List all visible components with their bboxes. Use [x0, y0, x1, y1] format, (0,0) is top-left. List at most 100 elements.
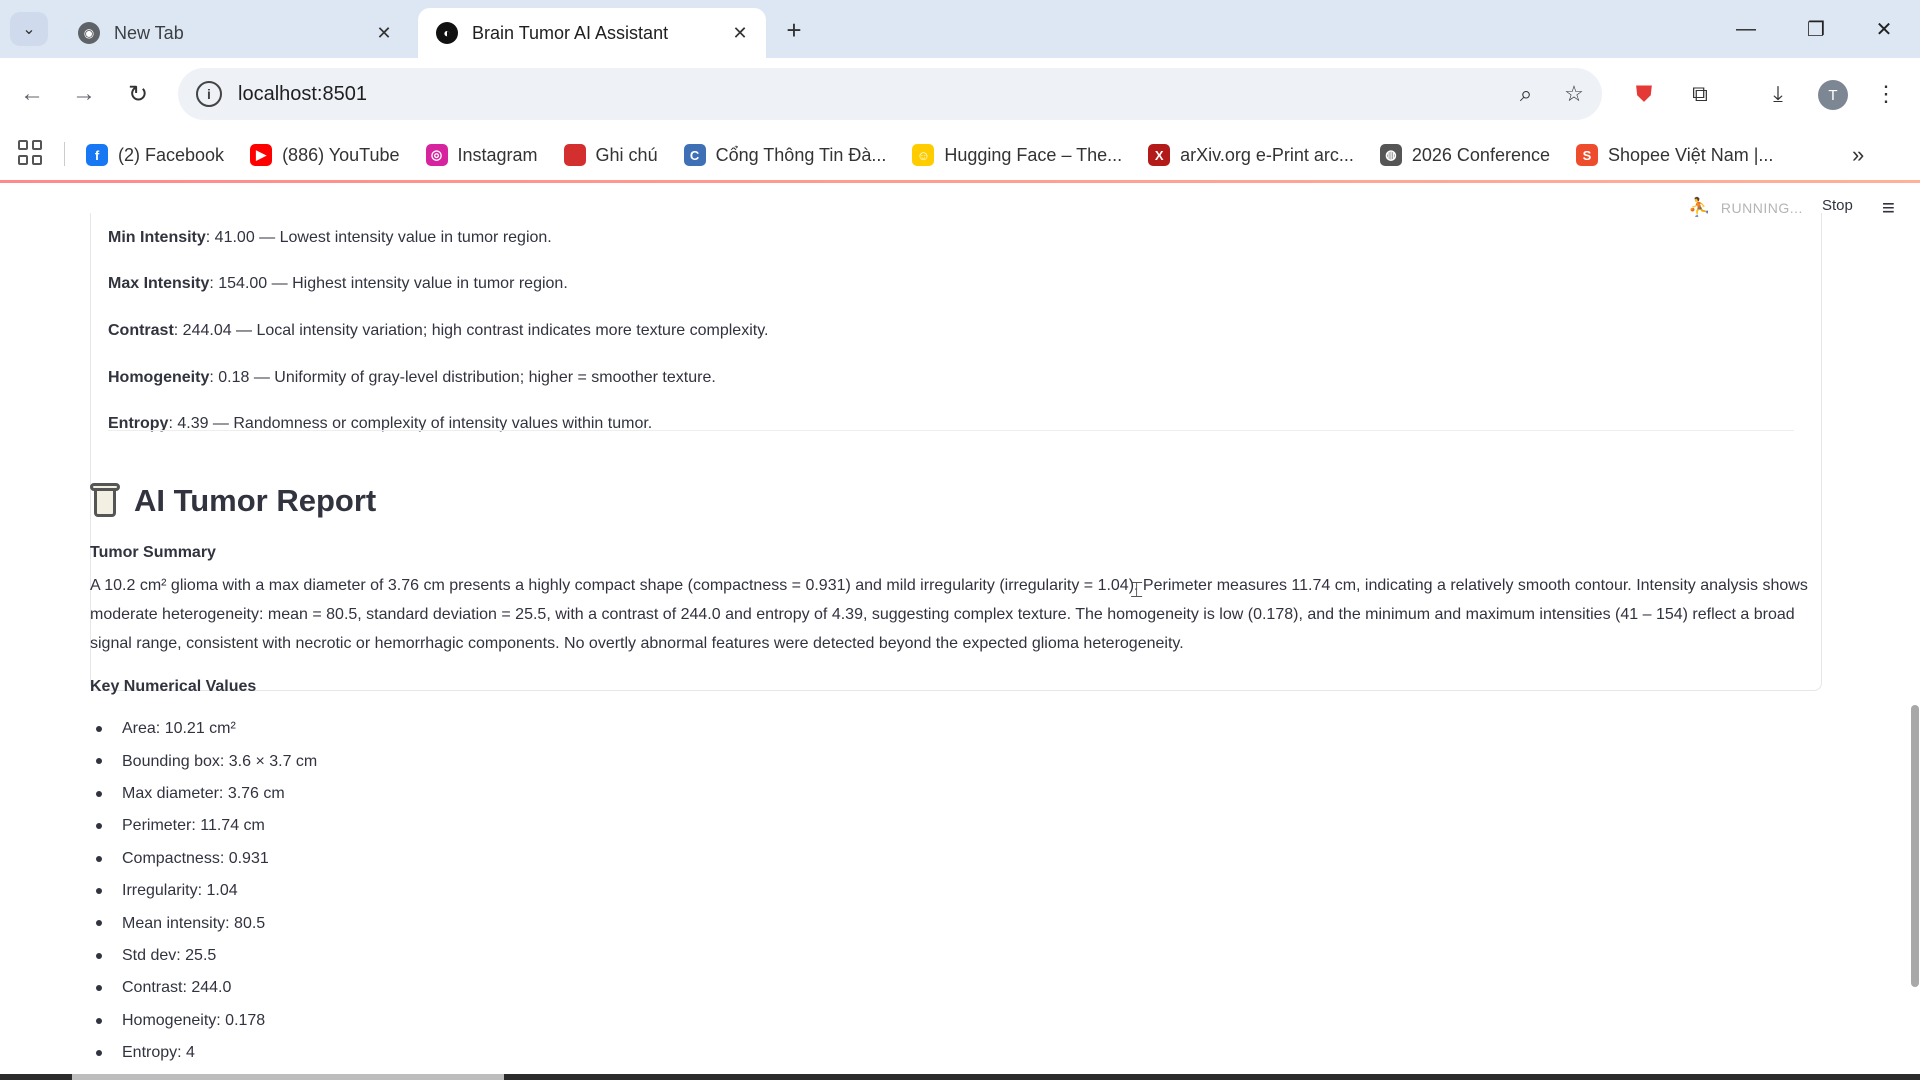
more-menu-icon[interactable]: ⋮: [1868, 76, 1904, 112]
address-bar[interactable]: i localhost:8501 ⌕ ☆: [178, 68, 1602, 120]
metric-desc: — Local intensity variation; high contra…: [231, 322, 769, 339]
bookmark-item[interactable]: ◍ 2026 Conference: [1379, 144, 1550, 166]
bookmark-item[interactable]: ☺ Hugging Face – The...: [912, 144, 1122, 166]
bookmark-item[interactable]: ▶ (886) YouTube: [250, 144, 400, 166]
metric-value: 41.00: [214, 229, 255, 246]
bookmark-item[interactable]: Ghi chú: [563, 144, 658, 166]
bookmark-item[interactable]: C Cổng Thông Tin Đà...: [683, 144, 887, 166]
metric-value: 154.00: [218, 275, 268, 292]
chrome-icon: ◉: [78, 22, 100, 44]
shopee-icon: S: [1575, 144, 1598, 166]
arrow-left-icon: ←: [20, 80, 44, 107]
metric-desc: — Lowest intensity value in tumor region…: [254, 229, 552, 246]
tab-title: New Tab: [114, 22, 184, 43]
metric-homogeneity: Homogeneity: 0.18 — Uniformity of gray-l…: [108, 369, 716, 386]
tumor-summary-heading: Tumor Summary: [90, 544, 216, 561]
list-item: Area: 10.21 cm²: [96, 713, 317, 745]
bookmark-label: Shopee Việt Nam |...: [1607, 144, 1774, 165]
youtube-icon: ▶: [250, 144, 273, 166]
list-item: Std dev: 25.5: [96, 940, 317, 972]
bookmark-item[interactable]: XarXiv.org e-Print arc...: [1148, 144, 1354, 166]
minimize-button[interactable]: —: [1724, 12, 1768, 46]
tab-new-tab[interactable]: ◉ New Tab ✕: [60, 8, 410, 58]
list-item: Mean intensity: 80.5: [96, 907, 317, 939]
bookmarks-divider: [64, 142, 65, 166]
tab-title: Brain Tumor AI Assistant: [472, 22, 669, 43]
scrollbar-thumb[interactable]: [1911, 705, 1919, 987]
list-item: Perimeter: 11.74 cm: [96, 810, 317, 842]
shield-extension-icon[interactable]: ⛊: [1626, 76, 1662, 112]
profile-avatar[interactable]: T: [1818, 80, 1848, 110]
tumor-summary-text: A 10.2 cm² glioma with a max diameter of…: [90, 577, 1808, 652]
reload-button[interactable]: ↻: [120, 76, 156, 112]
reload-icon: ↻: [127, 80, 149, 108]
stop-button[interactable]: Stop: [1822, 197, 1853, 214]
instagram-icon: ◎: [425, 144, 448, 166]
chevron-down-icon: ⌄: [22, 21, 36, 38]
url-text[interactable]: localhost:8501: [238, 83, 1506, 106]
tab-brain-tumor[interactable]: ◐ Brain Tumor AI Assistant ✕: [418, 8, 766, 58]
download-icon[interactable]: ⤓: [1760, 76, 1796, 112]
metric-desc: — Highest intensity value in tumor regio…: [267, 275, 568, 292]
more-bookmarks-icon[interactable]: »: [1852, 142, 1864, 168]
metric-contrast: Contrast: 244.04 — Local intensity varia…: [108, 322, 769, 339]
list-item: Compactness: 0.931: [96, 843, 317, 875]
tab-strip: ⌄ ◉ New Tab ✕ ◐ Brain Tumor AI Assistant…: [0, 0, 1920, 58]
list-item: Irregularity: 1.04: [96, 875, 317, 907]
main-content: Min Intensity: 41.00 — Lowest intensity …: [0, 213, 1920, 1080]
list-item: Max diameter: 3.76 cm: [96, 778, 317, 810]
restore-button[interactable]: ❐: [1794, 12, 1838, 46]
scroll-icon: [90, 483, 120, 519]
extensions-icon[interactable]: ⧉: [1682, 76, 1718, 112]
metric-name: Min Intensity: [108, 229, 206, 246]
bookmark-label: (2) Facebook: [118, 144, 225, 165]
bookmark-label: Hugging Face – The...: [944, 144, 1123, 165]
streamlit-icon: ◐: [436, 22, 458, 44]
bookmark-star-icon[interactable]: ☆: [1554, 74, 1594, 114]
bookmark-label: arXiv.org e-Print arc...: [1180, 144, 1354, 165]
list-item: Bounding box: 3.6 × 3.7 cm: [96, 745, 317, 777]
key-values-list: Area: 10.21 cm² Bounding box: 3.6 × 3.7 …: [96, 713, 317, 1069]
metric-max-intensity: Max Intensity: 154.00 — Highest intensit…: [108, 275, 568, 292]
bottom-bar: [0, 1074, 1920, 1080]
bookmark-item[interactable]: f (2) Facebook: [86, 144, 224, 166]
close-icon[interactable]: ✕: [728, 21, 752, 45]
back-button[interactable]: ←: [14, 76, 50, 112]
report-title: AI Tumor Report: [134, 483, 377, 518]
list-item: Contrast: 244.0: [96, 972, 317, 1004]
portal-icon: C: [683, 144, 706, 166]
close-icon[interactable]: ✕: [372, 21, 396, 45]
bookmark-label: (886) YouTube: [282, 144, 400, 165]
arxiv-icon: X: [1148, 144, 1171, 166]
metric-name: Max Intensity: [108, 275, 210, 292]
site-info-icon[interactable]: i: [196, 81, 222, 107]
new-tab-button[interactable]: +: [778, 14, 810, 46]
list-item: Entropy: 4: [96, 1037, 317, 1069]
arrow-right-icon: →: [72, 80, 96, 107]
metric-name: Contrast: [108, 322, 174, 339]
browser-toolbar: ← → ↻ i localhost:8501 ⌕ ☆ ⛊ ⧉ ⤓ T ⋮: [0, 58, 1920, 130]
list-item: Homogeneity: 0.178: [96, 1005, 317, 1037]
notes-icon: [563, 144, 586, 166]
bookmark-item[interactable]: S Shopee Việt Nam |...: [1575, 144, 1774, 166]
metric-desc: — Uniformity of gray-level distribution;…: [249, 369, 716, 386]
metric-min-intensity: Min Intensity: 41.00 — Lowest intensity …: [108, 229, 552, 246]
facebook-icon: f: [86, 144, 108, 166]
forward-button[interactable]: →: [66, 76, 102, 112]
apps-grid-icon[interactable]: [18, 140, 44, 166]
window-close-button[interactable]: ✕: [1862, 12, 1906, 46]
key-values-heading: Key Numerical Values: [90, 678, 257, 695]
zoom-icon[interactable]: ⌕: [1506, 74, 1546, 114]
metric-value: 0.18: [218, 369, 250, 386]
metric-value: 244.04: [182, 322, 232, 339]
bookmark-label: Instagram: [457, 144, 538, 165]
report-heading: AI Tumor Report: [90, 483, 376, 519]
globe-icon: ◍: [1379, 144, 1402, 166]
bookmark-item[interactable]: ◎ Instagram: [425, 144, 538, 166]
bookmark-list: f (2) Facebook ▶ (886) YouTube ◎ Instagram Ghi…: [86, 130, 1799, 180]
bookmark-label: 2026 Conference: [1411, 144, 1550, 165]
tab-search-button[interactable]: ⌄: [10, 12, 48, 46]
bookmark-label: Cổng Thông Tin Đà...: [715, 144, 887, 165]
bookmark-label: Ghi chú: [595, 144, 658, 165]
main-menu-icon[interactable]: ≡: [1882, 195, 1895, 221]
